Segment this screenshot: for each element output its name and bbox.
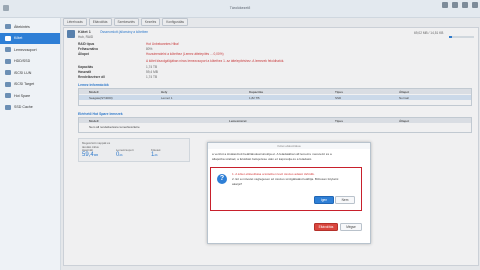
sidebar-item-label: HDD/SSD <box>14 59 31 64</box>
sidebar-item-hdd-ssd[interactable]: HDD/SSD <box>0 56 60 68</box>
sidebar-item-label: Hot Spare <box>14 93 31 98</box>
maximize-icon[interactable] <box>452 2 458 8</box>
hdd-icon <box>5 58 11 64</box>
window-titlebar: Tárolókezelő <box>0 0 480 18</box>
close-icon[interactable] <box>472 2 478 8</box>
sidebar-item-iscsi-lun[interactable]: iSCSI LUN <box>0 67 60 79</box>
window-controls <box>442 2 478 8</box>
cancel-button[interactable]: Mégse <box>340 223 362 231</box>
iscsi-target-icon <box>5 81 11 87</box>
confirm-line3: akarja? <box>232 181 243 186</box>
sidebar-item-label: Áttekintés <box>14 24 30 29</box>
sidebar-item-label: SSD Cache <box>14 105 33 110</box>
sidebar-item-label: iSCSI LUN <box>14 70 32 75</box>
overview-icon <box>5 24 11 30</box>
volume-icon <box>5 35 11 41</box>
user-icon[interactable] <box>462 2 468 8</box>
delete-button[interactable]: Eltávolítás <box>314 223 338 231</box>
sidebar-item-label: iSCSI Target <box>14 82 35 87</box>
app-icon <box>3 5 9 11</box>
dialog-title: Kötet eltávolítása <box>208 143 370 149</box>
sidebar-item-ssd-cache[interactable]: SSD Cache <box>0 102 60 114</box>
sidebar-item-hot-spare[interactable]: Hot Spare <box>0 90 60 102</box>
sidebar-item-volume[interactable]: Kötet <box>0 32 60 44</box>
iscsi-lun-icon <box>5 70 11 76</box>
sidebar: Áttekintés Kötet Lemezcsoport HDD/SSD iS… <box>0 18 61 270</box>
confirm-dialog: ? 1. A kötet eltávolítása a kötetben lév… <box>210 167 362 211</box>
yes-button[interactable]: Igen <box>314 196 334 204</box>
sidebar-item-iscsi-target[interactable]: iSCSI Target <box>0 79 60 91</box>
window-title: Tárolókezelő <box>229 6 251 10</box>
dialog-intro-line2: állapotba szabad, a feloldást befejezése… <box>212 156 313 161</box>
sidebar-item-label: Kötet <box>14 36 23 41</box>
sidebar-item-disk-group[interactable]: Lemezcsoport <box>0 44 60 56</box>
no-button[interactable]: Nem <box>335 196 355 204</box>
hot-spare-icon <box>5 93 11 99</box>
sidebar-item-overview[interactable]: Áttekintés <box>0 21 60 33</box>
disk-group-icon <box>5 47 11 53</box>
ssd-cache-icon <box>5 104 11 110</box>
minimize-icon[interactable] <box>442 2 448 8</box>
question-icon: ? <box>217 174 227 184</box>
sidebar-item-label: Lemezcsoport <box>14 47 37 52</box>
confirm-line1: 1. A kötet eltávolítása a kötetben lévő … <box>232 172 315 176</box>
